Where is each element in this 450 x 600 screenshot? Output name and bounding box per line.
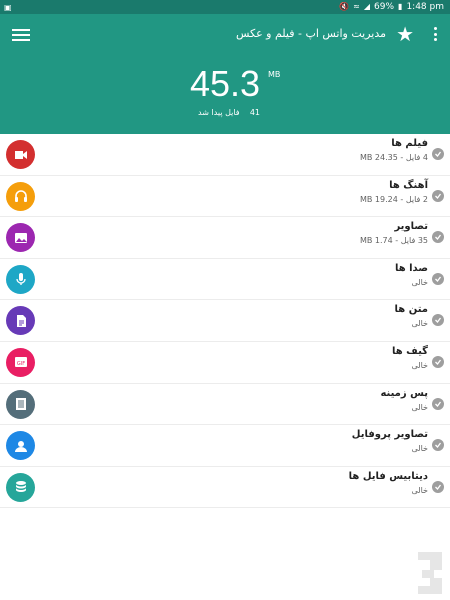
check-icon[interactable] (432, 314, 444, 327)
gif-icon: GIF (6, 347, 35, 377)
item-title: گیف ها (392, 345, 428, 357)
list-item[interactable]: صدا ها خالی (0, 259, 450, 301)
item-title: پس زمینه (380, 387, 428, 399)
item-title: آهنگ ها (389, 179, 428, 191)
headphones-icon (6, 181, 35, 211)
file-count: 2 (422, 194, 428, 204)
list-item[interactable]: دیتابیس فایل ها خالی (0, 467, 450, 509)
check-icon[interactable] (432, 480, 444, 493)
wifi-icon: ≈ (353, 2, 360, 11)
database-icon (6, 472, 35, 502)
app-title: مدیریت واتس اپ - فیلم و عکس (236, 27, 386, 40)
clock: 1:48 pm (406, 2, 444, 12)
file-count-label: فایل (405, 153, 421, 162)
item-subtitle: 2 فایل - MB 19.24 (359, 194, 428, 204)
list-item[interactable]: GIF گیف ها خالی (0, 342, 450, 384)
gallery-icon: ▣ (4, 3, 12, 12)
empty-label: خالی (411, 444, 429, 454)
microphone-icon (6, 264, 35, 294)
check-icon[interactable] (432, 439, 444, 452)
list-item[interactable]: فیلم ها 4 فایل - MB 24.35 (0, 134, 450, 176)
item-title: متن ها (394, 304, 428, 316)
check-icon[interactable] (432, 355, 444, 368)
profile-icon (6, 431, 35, 461)
battery-icon: ▮ (398, 2, 403, 11)
item-title: فیلم ها (391, 138, 428, 149)
status-right: 🔇 ≈ ◢ 69% ▮ 1:48 pm (339, 1, 444, 13)
list-item[interactable]: تصاویر 35 فایل - MB 1.74 (0, 217, 450, 259)
file-count-label: فایل (405, 194, 421, 204)
video-camera-icon (6, 140, 35, 169)
signal-icon: ◢ (363, 2, 371, 11)
total-size: 45.3 (190, 63, 261, 104)
star-icon[interactable]: ★ (396, 22, 414, 46)
status-bar: ▣ 🔇 ≈ ◢ 69% ▮ 1:48 pm (0, 0, 450, 14)
list-item[interactable]: متن ها خالی (0, 300, 450, 342)
list-item[interactable]: آهنگ ها 2 فایل - MB 19.24 (0, 176, 450, 218)
mute-icon: 🔇 (339, 2, 350, 11)
file-size: MB 1.74 (359, 236, 393, 246)
file-size: MB 24.35 (359, 153, 398, 162)
item-title: تصاویر (394, 221, 428, 233)
file-count: 35 (417, 236, 428, 246)
file-size: MB 19.24 (359, 194, 398, 204)
item-subtitle: خالی (412, 361, 429, 370)
more-vert-icon[interactable] (432, 24, 438, 44)
document-icon (6, 306, 35, 336)
item-title: صدا ها (394, 262, 428, 274)
empty-label: خالی (411, 485, 429, 495)
file-count: 4 (422, 153, 428, 162)
image-icon (6, 223, 35, 253)
files-found: 41 فایل پیدا شد (198, 108, 260, 117)
empty-label: خالی (411, 319, 429, 329)
files-count: 41 (249, 108, 260, 117)
item-subtitle: 35 فایل - MB 1.74 (359, 236, 428, 246)
total-size-unit: MB (268, 70, 281, 79)
item-subtitle: خالی (412, 319, 429, 328)
check-icon[interactable] (432, 148, 444, 160)
battery-level: 69% (374, 2, 395, 12)
watermark-logo (418, 552, 442, 594)
item-subtitle: خالی (412, 278, 429, 287)
check-icon[interactable] (432, 272, 444, 285)
list-item[interactable]: پس زمینه خالی (0, 384, 450, 426)
app-bar: مدیریت واتس اپ - فیلم و عکس ★ (0, 14, 450, 56)
item-subtitle: خالی (412, 403, 429, 412)
item-subtitle: خالی (412, 444, 429, 453)
wallpaper-icon (6, 389, 35, 419)
svg-text:GIF: GIF (16, 361, 24, 367)
summary-header: 45.3 MB 41 فایل پیدا شد (0, 56, 450, 134)
item-subtitle: خالی (412, 486, 429, 495)
item-title: تصاویر پروفایل (351, 429, 428, 441)
empty-label: خالی (411, 277, 429, 287)
check-icon[interactable] (432, 231, 444, 244)
item-title: دیتابیس فایل ها (348, 470, 428, 482)
empty-label: خالی (411, 402, 429, 412)
file-count-label: فایل (400, 236, 416, 246)
check-icon[interactable] (432, 397, 444, 410)
list-item[interactable]: تصاویر پروفایل خالی (0, 425, 450, 467)
check-icon[interactable] (432, 189, 444, 202)
menu-icon[interactable] (12, 26, 30, 44)
files-label: فایل پیدا شد (198, 108, 240, 117)
item-subtitle: 4 فایل - MB 24.35 (359, 153, 428, 162)
category-list: فیلم ها 4 فایل - MB 24.35 آهنگ ها 2 فایل - … (0, 134, 450, 509)
empty-label: خالی (411, 360, 429, 370)
